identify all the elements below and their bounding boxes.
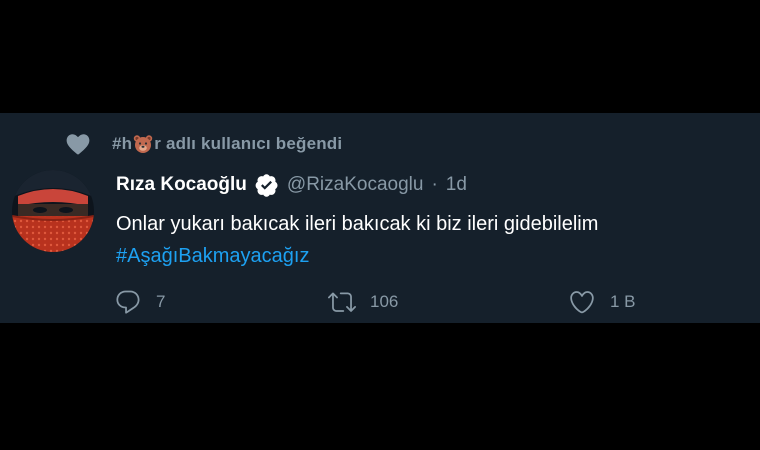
retweet-button[interactable]: 106 <box>328 287 398 317</box>
user-handle[interactable]: @RizaKocaoglu <box>287 174 424 196</box>
reply-count: 7 <box>156 292 166 311</box>
liked-by-text[interactable]: #h r adlı kullanıcı beğendi <box>112 134 342 154</box>
tweet-timestamp[interactable]: 1d <box>446 174 467 196</box>
tweet-header: Rıza Kocaoğlu @RizaKocaoglu · 1d <box>116 171 467 199</box>
avatar-image <box>12 170 94 252</box>
like-count: 1 B <box>610 292 636 311</box>
tweet-actions: 7 106 1 B <box>114 287 674 317</box>
reply-icon <box>116 290 140 314</box>
bear-face-icon <box>134 135 153 153</box>
reply-button[interactable]: 7 <box>114 287 165 317</box>
verified-badge-icon <box>255 174 278 197</box>
heart-filled-icon <box>66 134 90 155</box>
liked-by-suffix: r adlı kullanıcı beğendi <box>154 134 343 153</box>
liked-by-prefix: #h <box>112 134 133 153</box>
heart-icon <box>570 291 594 314</box>
hashtag-link[interactable]: #AşağıBakmayacağız <box>116 241 309 271</box>
tweet-card[interactable]: #h r adlı kullanıcı beğendi Rıza Kocaoğl… <box>0 113 760 323</box>
retweet-icon <box>328 292 356 312</box>
social-context: #h r adlı kullanıcı beğendi <box>64 129 342 159</box>
display-name[interactable]: Rıza Kocaoğlu <box>116 174 247 196</box>
retweet-count: 106 <box>370 292 399 311</box>
tweet-text: Onlar yukarı bakıcak ileri bakıcak ki bi… <box>116 213 599 235</box>
avatar[interactable] <box>12 170 94 252</box>
separator-dot: · <box>431 174 438 195</box>
like-button[interactable]: 1 B <box>568 287 636 317</box>
